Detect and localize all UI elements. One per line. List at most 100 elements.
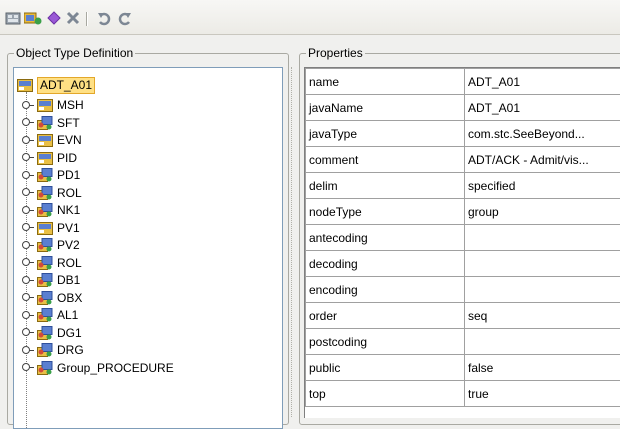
property-row[interactable]: publicfalse	[306, 355, 620, 381]
property-key: nodeType	[306, 199, 465, 225]
property-value[interactable]: group	[465, 199, 620, 225]
property-key: public	[306, 355, 465, 381]
group-icon	[37, 308, 53, 322]
property-row[interactable]: commentADT/ACK - Admit/vis...	[306, 147, 620, 173]
property-key: javaName	[306, 95, 465, 121]
property-value[interactable]: ADT/ACK - Admit/vis...	[465, 147, 620, 173]
segment-icon	[37, 151, 53, 165]
expand-handle-icon[interactable]	[22, 346, 31, 355]
undo-icon[interactable]	[95, 9, 113, 27]
property-key: order	[306, 303, 465, 329]
expand-handle-icon[interactable]	[22, 328, 31, 337]
tree-item[interactable]: MSH	[22, 97, 84, 113]
template-icon[interactable]	[5, 9, 23, 27]
property-value[interactable]	[465, 277, 620, 303]
tree-item[interactable]: ROL	[22, 185, 82, 201]
property-row[interactable]: encoding	[306, 277, 620, 303]
property-key: top	[306, 381, 465, 407]
expand-handle-icon[interactable]	[22, 118, 31, 127]
group-icon	[37, 238, 53, 252]
delete-icon[interactable]	[64, 9, 82, 27]
expand-handle-icon[interactable]	[22, 276, 31, 285]
property-row[interactable]: javaNameADT_A01	[306, 95, 620, 121]
property-value[interactable]	[465, 329, 620, 355]
expand-handle-icon[interactable]	[22, 293, 31, 302]
property-key: decoding	[306, 251, 465, 277]
add-node-icon[interactable]	[24, 9, 42, 27]
expand-handle-icon[interactable]	[22, 241, 31, 250]
group-icon	[37, 273, 53, 287]
tree-item[interactable]: DRG	[22, 342, 84, 358]
property-row[interactable]: javaTypecom.stc.SeeBeyond...	[306, 121, 620, 147]
tree-item-label: DG1	[57, 326, 82, 340]
tree-item-label: ROL	[57, 186, 82, 200]
property-key: name	[306, 69, 465, 95]
property-row[interactable]: antecoding	[306, 225, 620, 251]
group-icon	[37, 343, 53, 357]
tree-item-label: DRG	[57, 343, 84, 357]
tree-item-label: SFT	[57, 116, 80, 130]
expand-handle-icon[interactable]	[22, 206, 31, 215]
group-icon	[37, 291, 53, 305]
property-value[interactable]: ADT_A01	[465, 95, 620, 121]
property-row[interactable]: nameADT_A01	[306, 69, 620, 95]
group-icon	[37, 361, 53, 375]
expand-handle-icon[interactable]	[22, 223, 31, 232]
tree-item[interactable]: DG1	[22, 325, 82, 341]
property-value[interactable]: seq	[465, 303, 620, 329]
property-row[interactable]: delimspecified	[306, 173, 620, 199]
object-tree[interactable]: ADT_A01 MSH SFT EVN PID PD1 ROL NK1 PV1PV2 ROL DB…	[13, 67, 283, 429]
tree-item[interactable]: OBX	[22, 290, 82, 306]
expand-handle-icon[interactable]	[22, 101, 31, 110]
tree-item[interactable]: Group_PROCEDURE	[22, 360, 174, 376]
property-row[interactable]: decoding	[306, 251, 620, 277]
redo-icon[interactable]	[116, 9, 134, 27]
expand-handle-icon[interactable]	[22, 171, 31, 180]
tree-root-label: ADT_A01	[37, 77, 95, 94]
property-row[interactable]: toptrue	[306, 381, 620, 407]
tree-item[interactable]: PD1	[22, 167, 80, 183]
tree-item[interactable]: PID	[22, 150, 77, 166]
tree-item[interactable]: SFT	[22, 115, 80, 131]
tree-item-label: Group_PROCEDURE	[57, 361, 174, 375]
tree-item[interactable]: PV2	[22, 237, 80, 253]
tree-item-label: PID	[57, 151, 77, 165]
tree-item[interactable]: DB1	[22, 272, 80, 288]
panel-splitter[interactable]	[291, 67, 295, 417]
expand-handle-icon[interactable]	[22, 188, 31, 197]
expand-handle-icon[interactable]	[22, 153, 31, 162]
message-icon	[17, 78, 33, 92]
property-value[interactable]: false	[465, 355, 620, 381]
property-value[interactable]	[465, 251, 620, 277]
segment-icon	[37, 133, 53, 147]
tree-item[interactable]: ROL	[22, 255, 82, 271]
group-icon	[37, 203, 53, 217]
diamond-icon[interactable]	[45, 9, 63, 27]
expand-handle-icon[interactable]	[22, 363, 31, 372]
group-icon	[37, 168, 53, 182]
property-value[interactable]	[465, 225, 620, 251]
tree-item[interactable]: EVN	[22, 132, 82, 148]
property-value[interactable]: true	[465, 381, 620, 407]
tree-item[interactable]: PV1	[22, 220, 80, 236]
tree-item-label: PD1	[57, 168, 80, 182]
expand-handle-icon[interactable]	[22, 136, 31, 145]
property-value[interactable]: com.stc.SeeBeyond...	[465, 121, 620, 147]
tree-root[interactable]: ADT_A01	[17, 76, 95, 94]
property-key: delim	[306, 173, 465, 199]
tree-item[interactable]: AL1	[22, 307, 78, 323]
property-row[interactable]: nodeTypegroup	[306, 199, 620, 225]
property-value[interactable]: specified	[465, 173, 620, 199]
group-icon	[37, 256, 53, 270]
segment-icon	[37, 98, 53, 112]
property-row[interactable]: postcoding	[306, 329, 620, 355]
tree-item[interactable]: NK1	[22, 202, 80, 218]
tree-item-label: ROL	[57, 256, 82, 270]
expand-handle-icon[interactable]	[22, 258, 31, 267]
tree-item-label: NK1	[57, 203, 80, 217]
property-value[interactable]: ADT_A01	[465, 69, 620, 95]
property-row[interactable]: orderseq	[306, 303, 620, 329]
expand-handle-icon[interactable]	[22, 311, 31, 320]
tree-item-label: OBX	[57, 291, 82, 305]
property-key: encoding	[306, 277, 465, 303]
